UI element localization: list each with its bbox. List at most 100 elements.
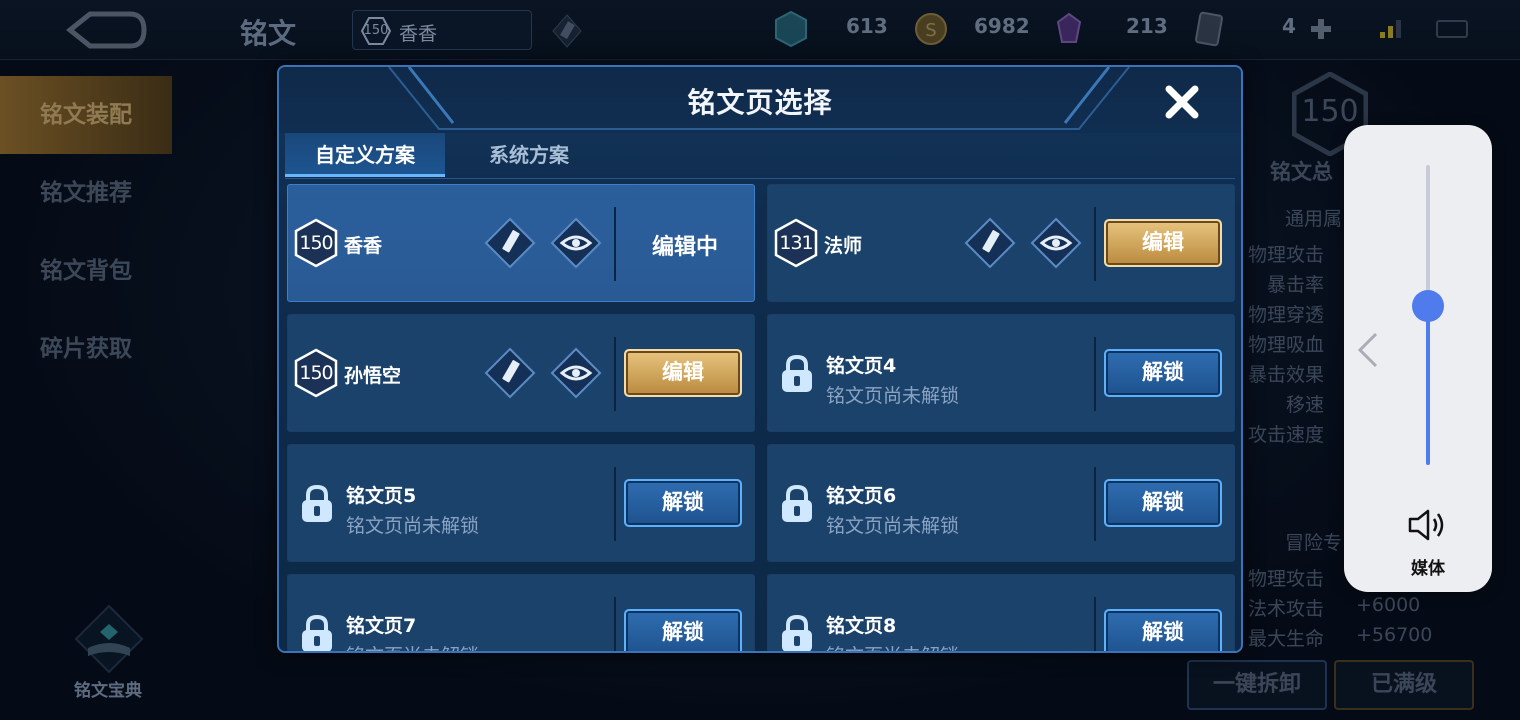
pencil-icon[interactable] — [552, 14, 582, 48]
dialog-title: 铭文页选择 — [687, 86, 833, 119]
unlock-button[interactable]: 解锁 — [1104, 349, 1222, 397]
rune-page-card-locked[interactable]: 铭文页4 铭文页尚未解锁 解锁 — [767, 314, 1235, 432]
page-level: 150 — [299, 362, 333, 384]
maxed-button[interactable]: 已满级 — [1334, 660, 1474, 710]
speaker-icon[interactable] — [1406, 505, 1450, 545]
back-icon[interactable] — [60, 10, 150, 50]
page-name: 法师 — [824, 235, 863, 257]
adv-stat-label: 最大生命 — [1247, 628, 1324, 650]
preset-level: 150 — [363, 23, 389, 38]
rune-page-card[interactable]: 150 香香 编辑中 — [287, 184, 755, 302]
volume-slider-handle[interactable] — [1412, 290, 1444, 322]
tab-bar: 自定义方案 系统方案 — [285, 133, 1235, 179]
sidebar-item-equip[interactable]: 铭文装配 — [0, 76, 172, 154]
rune-page-card[interactable]: 131 法师 编辑 — [767, 184, 1235, 302]
page-name: 铭文页4 — [826, 355, 897, 377]
locked-hint: 铭文页尚未解锁 — [346, 641, 479, 651]
tab-custom-plans[interactable]: 自定义方案 — [285, 133, 445, 177]
signal-icon — [1380, 20, 1401, 38]
page-name: 铭文页8 — [826, 615, 897, 637]
total-level: 150 — [1301, 94, 1359, 129]
stat-label: 物理攻击 — [1247, 244, 1324, 266]
rune-page-card[interactable]: 150 孙悟空 编辑 — [287, 314, 755, 432]
adv-stat-label: 法术攻击 — [1247, 598, 1324, 620]
total-label: 铭文总 — [1270, 160, 1333, 184]
unlock-button[interactable]: 解锁 — [1104, 609, 1222, 651]
page-level: 150 — [299, 232, 333, 254]
rename-pencil-icon[interactable] — [964, 217, 1016, 269]
stat-label: 暴击效果 — [1247, 364, 1324, 386]
unequip-all-button[interactable]: 一键拆卸 — [1187, 660, 1327, 710]
locked-hint: 铭文页尚未解锁 — [826, 385, 960, 407]
codex-label: 铭文宝典 — [74, 681, 142, 701]
lock-icon — [782, 354, 812, 392]
blue-gem-icon — [775, 10, 807, 48]
page-name: 铭文页7 — [346, 615, 417, 637]
page-name: 香香 — [344, 235, 383, 257]
sidebar-item-recommend[interactable]: 铭文推荐 — [0, 154, 172, 232]
stat-label: 物理穿透 — [1247, 304, 1324, 326]
page-level: 131 — [779, 232, 813, 254]
rune-page-card-locked[interactable]: 铭文页7 铭文页尚未解锁 解锁 — [287, 574, 755, 651]
lock-icon — [782, 614, 812, 651]
card-icon — [1195, 11, 1223, 47]
gem-count: 613 — [846, 14, 888, 38]
tab-system-plans[interactable]: 系统方案 — [449, 133, 609, 177]
purple-crystal-icon — [1056, 12, 1082, 43]
stat-label: 攻击速度 — [1247, 424, 1324, 446]
rename-pencil-icon[interactable] — [484, 347, 536, 399]
rune-page-card-locked[interactable]: 铭文页5 铭文页尚未解锁 解锁 — [287, 444, 755, 562]
card-divider — [1094, 467, 1096, 541]
locked-hint: 铭文页尚未解锁 — [826, 515, 960, 537]
stat-label: 移速 — [1285, 394, 1324, 416]
card-count: 4 — [1282, 14, 1296, 38]
rune-page-dialog: 铭文页选择 自定义方案 系统方案 150 香香 编辑中 131 法师 编辑 15… — [277, 65, 1243, 653]
close-icon[interactable] — [1159, 79, 1205, 125]
rune-page-card-locked[interactable]: 铭文页8 铭文页尚未解锁 解锁 — [767, 574, 1235, 651]
card-divider — [1094, 207, 1096, 281]
unlock-button[interactable]: 解锁 — [1104, 479, 1222, 527]
svg-text:S: S — [925, 20, 936, 41]
book-icon — [74, 604, 144, 674]
rune-page-card-locked[interactable]: 铭文页6 铭文页尚未解锁 解锁 — [767, 444, 1235, 562]
adv-stat-value: +6000 — [1356, 594, 1421, 616]
coin-count: 6982 — [974, 14, 1030, 38]
page-name: 孙悟空 — [344, 365, 402, 387]
sidebar-item-fragments[interactable]: 碎片获取 — [0, 310, 172, 388]
edit-button[interactable]: 编辑 — [624, 349, 742, 397]
preset-name: 香香 — [399, 23, 438, 45]
adv-stat-label: 物理攻击 — [1247, 568, 1324, 590]
page-name: 铭文页5 — [346, 485, 417, 507]
volume-stream-label: 媒体 — [1411, 559, 1445, 579]
adv-stat-value: +56700 — [1356, 624, 1433, 646]
plus-icon[interactable] — [1308, 16, 1334, 42]
current-preset-chip[interactable]: 150 香香 — [352, 10, 532, 50]
preview-eye-icon[interactable] — [550, 347, 602, 399]
battery-icon — [1436, 20, 1468, 38]
page-title: 铭文 — [240, 17, 297, 50]
card-divider — [614, 337, 616, 411]
preview-eye-icon[interactable] — [1030, 217, 1082, 269]
codex-button[interactable]: 铭文宝典 — [60, 600, 156, 701]
unlock-button[interactable]: 解锁 — [624, 609, 742, 651]
locked-hint: 铭文页尚未解锁 — [826, 641, 959, 651]
sidebar-item-bag[interactable]: 铭文背包 — [0, 232, 172, 310]
stat-label: 物理吸血 — [1247, 334, 1324, 356]
edit-button[interactable]: 编辑 — [1104, 219, 1222, 267]
locked-hint: 铭文页尚未解锁 — [346, 515, 480, 537]
adventure-attr-label: 冒险专 — [1285, 532, 1343, 554]
card-divider — [614, 467, 616, 541]
rename-pencil-icon[interactable] — [484, 217, 536, 269]
card-divider — [614, 597, 616, 651]
lock-icon — [302, 484, 332, 522]
crystal-count: 213 — [1126, 14, 1168, 38]
stat-label: 暴击率 — [1266, 274, 1324, 296]
editing-status: 编辑中 — [651, 235, 718, 260]
chevron-left-icon[interactable] — [1354, 330, 1382, 370]
page-name: 铭文页6 — [826, 485, 897, 507]
lock-icon — [302, 614, 332, 651]
card-divider — [1094, 597, 1096, 651]
preview-eye-icon[interactable] — [550, 217, 602, 269]
card-divider — [1094, 337, 1096, 411]
unlock-button[interactable]: 解锁 — [624, 479, 742, 527]
